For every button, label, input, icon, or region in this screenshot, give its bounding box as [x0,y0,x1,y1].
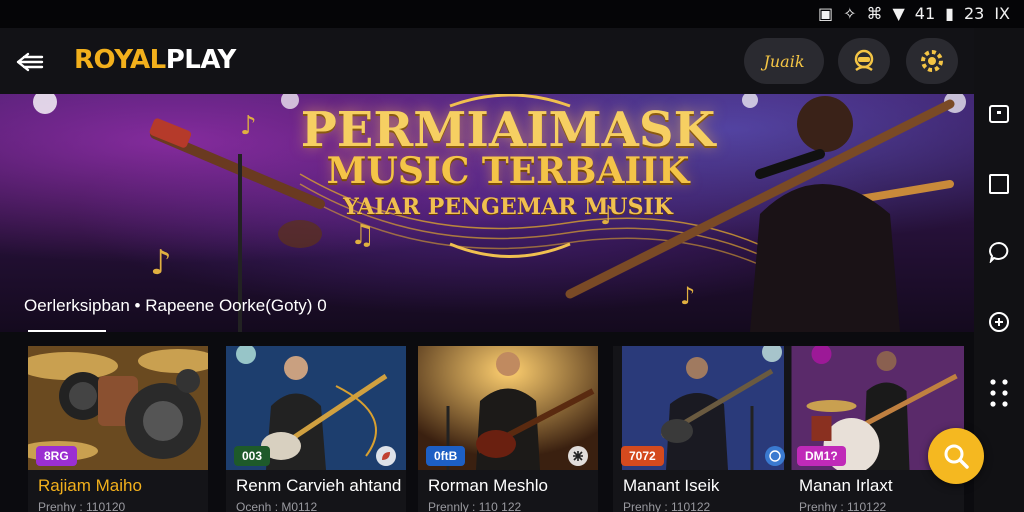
svg-text:♪: ♪ [680,282,695,310]
card-tag: DM1? [797,446,846,466]
side-nav-chat[interactable] [987,240,1011,264]
content-cards-row: 8RG Rajiam Maiho Prenhy : 110120 003 Ren… [0,346,974,512]
card-subtitle: Prennly : 110 122 [428,500,522,512]
vibrate-icon: ✧ [843,4,857,23]
pill-label: Juaik [763,51,805,71]
avatar-button[interactable] [838,38,890,84]
wifi-icon: ▼ [892,4,905,23]
card-subtitle: Prenhy : 110122 [623,500,711,512]
search-icon [944,444,969,469]
card-subtitle: Prenhy : 110122 [799,500,887,512]
hero-title-line-2: MUSIC TERBAIIK [326,150,690,192]
battery-icon: ▮ [945,4,954,23]
card-title: Manant Iseik [623,476,720,495]
globe-icon [765,446,785,466]
grid-dots-icon [990,379,1008,407]
back-button[interactable] [14,46,46,78]
side-nav-compass[interactable] [987,310,1011,334]
svg-text:♪: ♪ [150,243,172,283]
settings-button[interactable] [906,38,958,84]
card-tag: 003 [234,446,271,466]
side-nav [974,28,1024,512]
search-fab[interactable] [928,428,984,484]
side-nav-square[interactable] [987,172,1011,196]
status-time: 23 [963,4,985,23]
status-close[interactable]: IX [994,4,1010,24]
back-arrow-icon [16,52,44,72]
svg-text:♫: ♫ [350,218,375,251]
card-title: Renm Carvieh ahtand [236,476,402,495]
card-subtitle: Ocenh : M0112 [236,500,318,512]
signal-text: 41 [914,4,936,23]
hero-title-line-3: YAIAR PENGEMAR MUSIK [343,194,673,220]
logo-part-play: PLAY [165,45,237,75]
content-card[interactable]: 0ftB Rorman Meshlo Prennly : 110 122 [418,346,598,512]
window-icon [989,105,1009,123]
hero-caption: Oerlerksipban • Rapeene Oorke(Goty) 0 [24,296,327,315]
card-title: Rorman Meshlo [428,476,548,495]
card-tag: 7072 [621,446,664,466]
content-card[interactable]: 003 Renm Carvieh ahtand Ocenh : M0112 [226,346,406,512]
gear-icon [921,50,943,72]
cross-icon [568,446,588,466]
card-title: Manan Irlaxt [799,476,893,495]
card-title: Rajiam Maiho [38,476,142,495]
hero-banner[interactable]: ♪ ♪ ♫ ♪ ♪ PERMIAIMASK MUSIC TERBAIIK YAI… [0,94,974,332]
side-nav-window[interactable] [987,102,1011,126]
status-bar: ▣ ✧ ⌘ ▼ 41 ▮ 23 IX [0,0,1024,28]
logo-part-royal: ROYAL [74,45,166,75]
card-tag: 0ftB [426,446,466,466]
hero-active-indicator [28,330,106,332]
square-icon [989,174,1009,194]
status-icons: ▣ ✧ ⌘ ▼ 41 ▮ 23 IX [818,4,1010,24]
card-subtitle: Prenhy : 110120 [38,500,126,512]
side-nav-more[interactable] [987,378,1011,408]
app-logo[interactable]: ROYALPLAY [74,45,236,75]
calendar-icon: ▣ [817,4,834,23]
helmet-icon [854,49,874,72]
content-card[interactable]: 8RG Rajiam Maiho Prenhy : 110120 [28,346,208,512]
top-app-bar: ROYALPLAY Juaik [0,28,974,94]
data-icon: ⌘ [866,4,883,23]
card-tag: 8RG [36,446,77,466]
compass-icon [989,312,1009,332]
chat-bubble-icon [989,241,1009,263]
profile-pill-button[interactable]: Juaik [744,38,824,84]
content-card[interactable]: 7072 Manant Iseik Prenhy : 110122 [613,346,793,512]
leaf-icon [376,446,396,466]
content-card[interactable]: DM1? Manan Irlaxt Prenhy : 110122 [789,346,964,512]
